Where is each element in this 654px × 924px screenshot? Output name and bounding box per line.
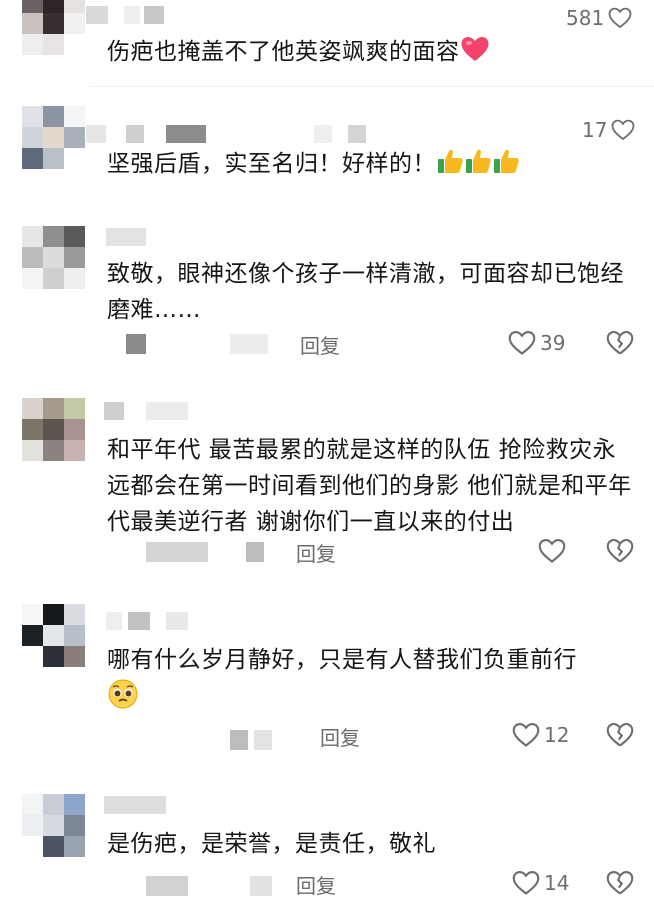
username-blurred[interactable] bbox=[106, 612, 196, 630]
reply-button[interactable]: 回复 bbox=[296, 538, 336, 567]
broken-heart-icon[interactable] bbox=[606, 722, 634, 752]
username-blurred[interactable] bbox=[104, 796, 174, 814]
broken-heart-icon[interactable] bbox=[606, 330, 634, 360]
thumbs-up-emoji bbox=[464, 147, 492, 186]
avatar[interactable] bbox=[22, 604, 86, 668]
broken-heart-icon[interactable] bbox=[606, 538, 634, 568]
like-count: 581 bbox=[566, 6, 605, 30]
heart-outline-icon bbox=[512, 870, 540, 896]
heart-outline-icon bbox=[538, 538, 566, 564]
thumbs-up-emoji bbox=[492, 147, 520, 186]
like-button[interactable]: 581 bbox=[566, 6, 632, 30]
avatar[interactable] bbox=[22, 106, 86, 170]
like-count: 39 bbox=[540, 331, 566, 355]
pleading-face-emoji bbox=[107, 678, 139, 721]
thumbs-up-emoji-group bbox=[436, 149, 520, 177]
comment-text: 是伤疤，是荣誉，是责任，敬礼 bbox=[107, 831, 436, 857]
reply-button[interactable]: 回复 bbox=[296, 870, 336, 899]
avatar[interactable] bbox=[22, 398, 86, 462]
heart-outline-icon bbox=[512, 722, 540, 748]
red-heart-emoji bbox=[460, 35, 490, 74]
like-button[interactable]: 17 bbox=[582, 118, 635, 142]
thumbs-up-emoji bbox=[436, 147, 464, 186]
timestamp-blurred bbox=[126, 334, 276, 354]
comment-text: 致敬，眼神还像个孩子一样清澈，可面容却已饱经磨难…… bbox=[107, 261, 624, 323]
heart-outline-icon bbox=[608, 7, 632, 29]
avatar[interactable] bbox=[22, 794, 86, 858]
like-count: 14 bbox=[544, 871, 570, 895]
reply-button[interactable]: 回复 bbox=[300, 330, 340, 359]
broken-heart-icon[interactable] bbox=[606, 870, 634, 900]
username-blurred[interactable] bbox=[86, 6, 206, 24]
like-button[interactable] bbox=[538, 538, 570, 564]
comment-text: 伤疤也掩盖不了他英姿飒爽的面容 bbox=[107, 39, 460, 65]
comment-text: 坚强后盾，实至名归！好样的！ bbox=[107, 151, 436, 177]
timestamp-blurred bbox=[146, 876, 276, 896]
timestamp-blurred bbox=[230, 730, 290, 750]
username-blurred[interactable] bbox=[106, 228, 166, 246]
heart-outline-icon bbox=[611, 119, 635, 141]
heart-outline-icon bbox=[508, 330, 536, 356]
avatar[interactable] bbox=[22, 0, 86, 56]
comment-text: 哪有什么岁月静好，只是有人替我们负重前行 bbox=[107, 647, 577, 673]
like-button[interactable]: 14 bbox=[512, 870, 569, 896]
comment-text: 和平年代 最苦最累的就是这样的队伍 抢险救灾永远都会在第一时间看到他们的身影 他… bbox=[107, 437, 632, 535]
like-button[interactable]: 39 bbox=[508, 330, 565, 356]
like-count: 12 bbox=[544, 723, 570, 747]
avatar[interactable] bbox=[22, 226, 86, 290]
username-blurred[interactable] bbox=[86, 125, 386, 143]
like-count: 17 bbox=[582, 118, 608, 142]
reply-button[interactable]: 回复 bbox=[320, 722, 360, 751]
like-button[interactable]: 12 bbox=[512, 722, 569, 748]
timestamp-blurred bbox=[146, 542, 276, 562]
username-blurred[interactable] bbox=[104, 402, 194, 420]
divider bbox=[90, 86, 654, 87]
